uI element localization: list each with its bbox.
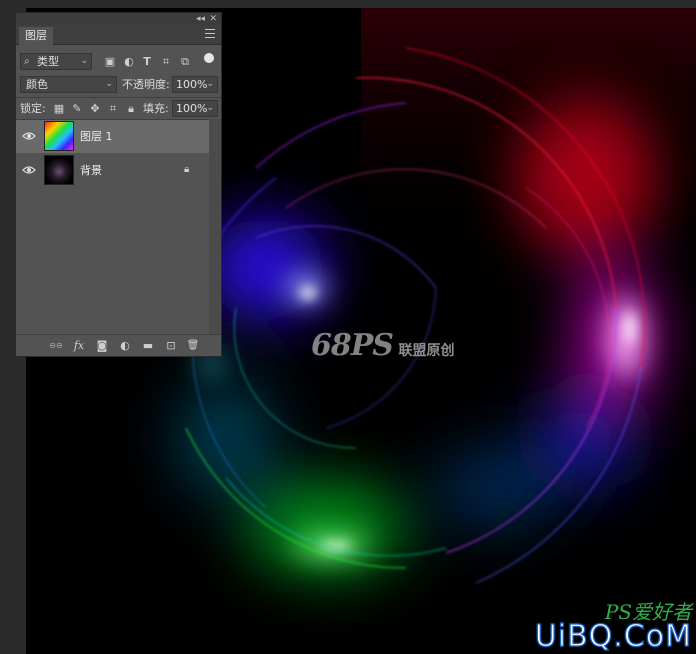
opacity-label: 不透明度: — [122, 78, 170, 91]
filter-toggle-icon[interactable] — [204, 53, 214, 63]
fx-icon[interactable]: fx — [72, 339, 86, 353]
panel-menu-icon[interactable] — [205, 29, 215, 38]
visibility-eye-icon[interactable] — [22, 130, 36, 142]
adjustment-filter-icon[interactable]: ◐ — [122, 55, 136, 69]
panel-footer: ⊖⊖ fx ◙ ◐ ▬ ⊡ 🗑 — [16, 334, 221, 356]
type-filter-icon[interactable]: T — [140, 55, 154, 69]
panel-tabbar: 图层 — [16, 25, 221, 45]
delete-layer-icon[interactable]: 🗑 — [186, 339, 200, 353]
image-filter-icon[interactable]: ▣ — [103, 55, 117, 69]
lock-artboard-icon[interactable]: ⌗ — [106, 102, 120, 116]
blend-mode-value: 颜色 — [26, 78, 48, 91]
lock-position-icon[interactable]: ✥ — [88, 102, 102, 116]
blend-row: 颜色 ⌄ 不透明度: 100% ⌄ — [16, 74, 221, 96]
panel-titlebar[interactable]: ◂◂ ✕ — [16, 13, 221, 25]
chevron-down-icon: ⌄ — [206, 103, 214, 113]
lock-row: 锁定: ▦ ✎ ✥ ⌗ 🔒︎ 填充: 100% ⌄ — [16, 98, 221, 120]
lock-all-icon[interactable]: 🔒︎ — [124, 102, 138, 116]
lock-label: 锁定: — [20, 102, 46, 115]
layer-lock-icon[interactable]: 🔒︎ — [184, 164, 196, 176]
filter-kind-select[interactable]: ⌕ 类型 ⌄ — [20, 53, 92, 70]
search-icon: ⌕ — [24, 56, 30, 67]
visibility-eye-icon[interactable] — [22, 164, 36, 176]
fill-label: 填充: — [143, 102, 169, 115]
fill-value: 100% — [176, 102, 208, 115]
fill-input[interactable]: 100% ⌄ — [172, 100, 218, 117]
lock-transparent-icon[interactable]: ▦ — [52, 102, 66, 116]
adjustment-layer-icon[interactable]: ◐ — [118, 339, 132, 353]
layers-panel: ◂◂ ✕ 图层 ⌕ 类型 ⌄ ▣ ◐ T ⌗ ⧉ 颜色 ⌄ 不透明度: 100%… — [15, 12, 222, 357]
layer-row[interactable]: 背景 🔒︎ — [16, 154, 209, 187]
watermark: 68PS 联盟原创 — [311, 328, 454, 363]
new-group-icon[interactable]: ▬ — [141, 339, 155, 353]
watermark-text: 联盟原创 — [398, 343, 455, 359]
tab-layers[interactable]: 图层 — [19, 27, 53, 45]
lock-pixels-icon[interactable]: ✎ — [70, 102, 84, 116]
site-watermark-bottom: UiBQ.CoM — [534, 619, 692, 654]
filter-kind-label: 类型 — [37, 55, 59, 68]
opacity-value: 100% — [176, 78, 208, 91]
filter-row: ⌕ 类型 ⌄ ▣ ◐ T ⌗ ⧉ — [16, 51, 221, 73]
watermark-logo: 68PS — [311, 328, 394, 363]
shape-filter-icon[interactable]: ⌗ — [159, 55, 173, 69]
add-mask-icon[interactable]: ◙ — [95, 339, 109, 353]
layer-row[interactable]: 图层 1 — [16, 120, 209, 153]
layer-thumbnail — [44, 121, 74, 151]
site-watermark: PS爱好者 UiBQ.CoM — [534, 602, 692, 654]
new-layer-icon[interactable]: ⊡ — [164, 339, 178, 353]
close-panel-icon[interactable]: ✕ — [209, 13, 217, 25]
layer-name[interactable]: 图层 1 — [80, 128, 113, 144]
link-layers-icon[interactable]: ⊖⊖ — [49, 339, 63, 353]
chevron-down-icon: ⌄ — [80, 56, 88, 66]
smart-object-filter-icon[interactable]: ⧉ — [178, 55, 192, 69]
chevron-down-icon: ⌄ — [206, 79, 214, 89]
chevron-down-icon: ⌄ — [105, 79, 113, 89]
layers-scrollbar[interactable] — [209, 119, 221, 334]
layers-list: 图层 1 背景 🔒︎ — [16, 119, 221, 334]
layer-name[interactable]: 背景 — [80, 162, 102, 178]
blend-mode-select[interactable]: 颜色 ⌄ — [20, 76, 117, 93]
collapse-panel-icon[interactable]: ◂◂ — [196, 13, 205, 25]
opacity-input[interactable]: 100% ⌄ — [172, 76, 218, 93]
layer-thumbnail — [44, 155, 74, 185]
